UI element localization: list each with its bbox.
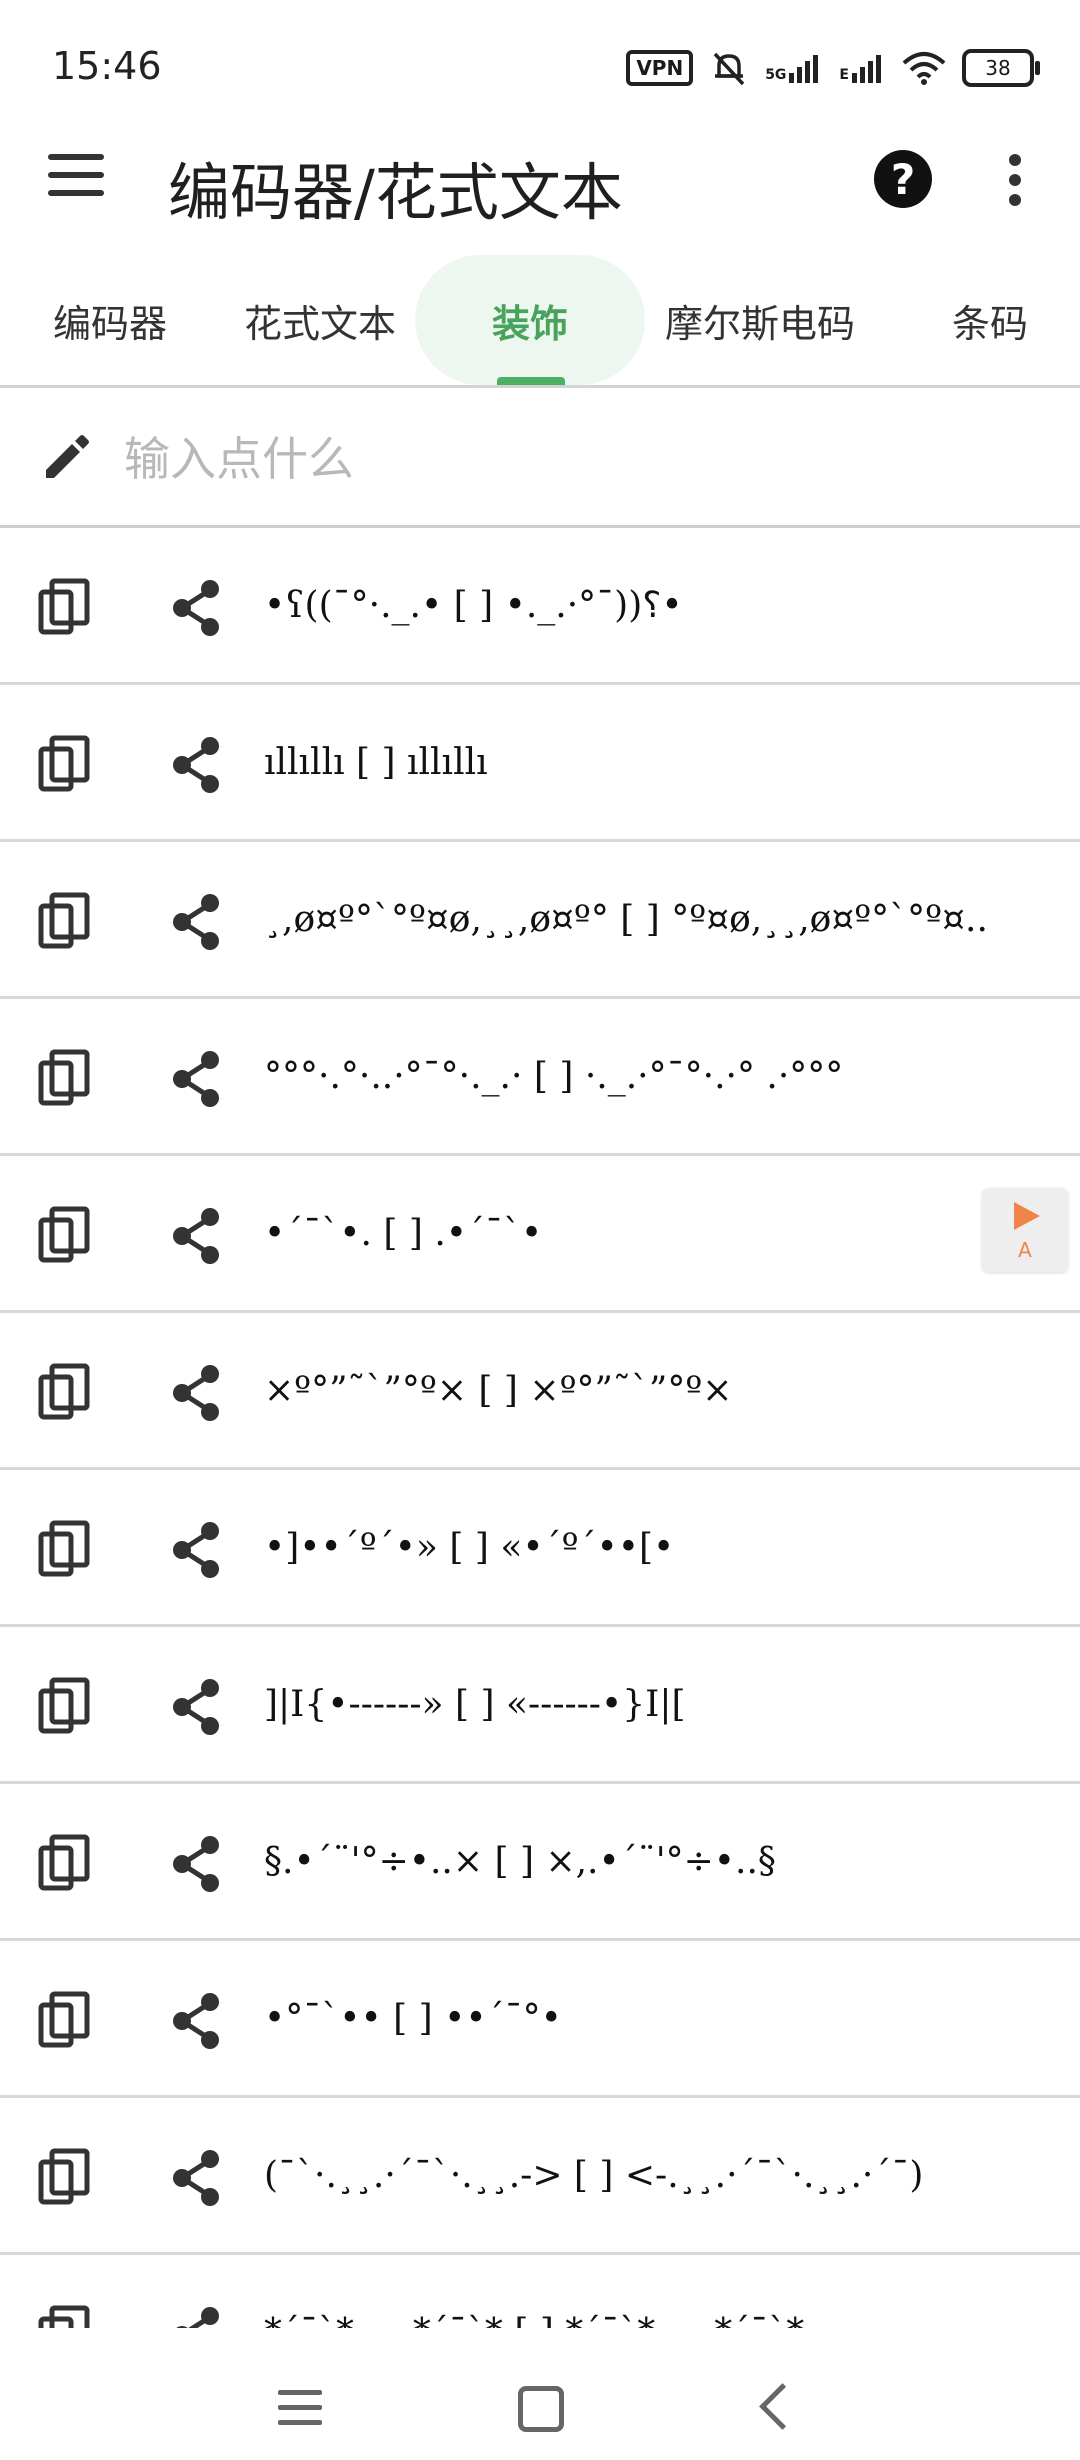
recent-apps-icon[interactable] bbox=[278, 2390, 322, 2435]
share-icon[interactable] bbox=[168, 735, 224, 795]
list-item: (¯`·.¸¸.·´¯`·.¸¸.-> [ ] <-.¸¸.·´¯`·.¸¸.·… bbox=[0, 2098, 1080, 2255]
list-item: •]••´º´•» [ ] «•´º´••[• bbox=[0, 1470, 1080, 1627]
tab-barcode[interactable]: 条码 bbox=[930, 255, 1050, 385]
share-icon[interactable] bbox=[168, 1363, 224, 1423]
decoration-text[interactable]: (¯`·.¸¸.·´¯`·.¸¸.-> [ ] <-.¸¸.·´¯`·.¸¸.·… bbox=[264, 2098, 923, 2252]
tab-indicator bbox=[497, 377, 565, 385]
share-icon[interactable] bbox=[168, 1520, 224, 1580]
list-item: ]|I{•------» [ ] «------•}I|[ bbox=[0, 1627, 1080, 1784]
share-icon[interactable] bbox=[168, 1049, 224, 1109]
copy-icon[interactable] bbox=[38, 1363, 90, 1421]
tab-morse-code[interactable]: 摩尔斯电码 bbox=[650, 255, 870, 385]
decoration-text[interactable]: °°°·.°·..·°¯°·._.· [ ] ·._.·°¯°·.·° .·°°… bbox=[264, 999, 843, 1153]
list-item: •´¯`•. [ ] .•´¯`• bbox=[0, 1156, 1080, 1313]
help-icon[interactable]: ? bbox=[874, 150, 932, 208]
status-icons: VPN 5G E 38 bbox=[626, 44, 1040, 92]
status-bar: 15:46 VPN 5G E 38 bbox=[0, 0, 1080, 140]
list-item: *´¯`*.¸¸.*´¯`* [ ] *´¯`*.¸¸.*´¯`* bbox=[0, 2255, 1080, 2328]
list-item: ıllıllı [ ] ıllıllı bbox=[0, 685, 1080, 842]
floating-translate-button[interactable]: A bbox=[982, 1188, 1068, 1272]
more-options-icon[interactable] bbox=[1008, 154, 1022, 206]
tab-decoration[interactable]: 装饰 bbox=[415, 255, 645, 385]
list-item: °°°·.°·..·°¯°·._.· [ ] ·._.·°¯°·.·° .·°°… bbox=[0, 999, 1080, 1156]
share-icon[interactable] bbox=[168, 1834, 224, 1894]
share-icon[interactable] bbox=[168, 2305, 224, 2328]
decoration-text[interactable]: •°¯`•• [ ] ••´¯°• bbox=[264, 1941, 562, 2095]
decoration-list[interactable]: •ʕ((¯°·._.• [ ] •._.·°¯))؟• ıllıllı [ ] ı… bbox=[0, 528, 1080, 2328]
app-bar: 编码器/花式文本 ? bbox=[0, 120, 1080, 240]
copy-icon[interactable] bbox=[38, 1834, 90, 1892]
signal-5g-icon: 5G bbox=[765, 53, 823, 83]
pencil-icon bbox=[46, 435, 89, 478]
copy-icon[interactable] bbox=[38, 2305, 90, 2328]
decoration-text[interactable]: •ʕ((¯°·._.• [ ] •._.·°¯))؟• bbox=[264, 528, 683, 682]
decoration-text[interactable]: ×º°”˜`”°º× [ ] ×º°”˜`”°º× bbox=[264, 1313, 732, 1467]
decoration-text[interactable]: ıllıllı [ ] ıllıllı bbox=[264, 685, 488, 839]
text-input[interactable] bbox=[122, 418, 1026, 500]
copy-icon[interactable] bbox=[38, 2148, 90, 2206]
vpn-icon: VPN bbox=[626, 50, 694, 86]
tab-fancy-text[interactable]: 花式文本 bbox=[230, 255, 410, 385]
list-item: ¸,ø¤º°`°º¤ø,¸¸,ø¤º° [ ] °º¤ø,¸¸,ø¤º°`°º¤… bbox=[0, 842, 1080, 999]
decoration-text[interactable]: •´¯`•. [ ] .•´¯`• bbox=[264, 1156, 542, 1310]
share-icon[interactable] bbox=[168, 1677, 224, 1737]
decoration-text[interactable]: *´¯`*.¸¸.*´¯`* [ ] *´¯`*.¸¸.*´¯`* bbox=[264, 2255, 804, 2329]
copy-icon[interactable] bbox=[38, 1049, 90, 1107]
share-icon[interactable] bbox=[168, 1991, 224, 2051]
tab-bar: 编码器 花式文本 装饰 摩尔斯电码 条码 bbox=[0, 255, 1080, 388]
back-icon[interactable] bbox=[759, 2383, 806, 2430]
system-nav-bar bbox=[0, 2330, 1080, 2460]
decoration-text[interactable]: ]|I{•------» [ ] «------•}I|[ bbox=[264, 1627, 686, 1781]
wifi-icon bbox=[902, 52, 946, 85]
mute-bell-icon bbox=[713, 52, 745, 86]
floating-button-label: A bbox=[1018, 1238, 1032, 1262]
battery-icon: 38 bbox=[962, 49, 1040, 87]
tab-encoder[interactable]: 编码器 bbox=[30, 255, 190, 385]
decoration-text[interactable]: •]••´º´•» [ ] «•´º´••[• bbox=[264, 1470, 674, 1624]
copy-icon[interactable] bbox=[38, 1520, 90, 1578]
share-icon[interactable] bbox=[168, 2148, 224, 2208]
share-icon[interactable] bbox=[168, 892, 224, 952]
menu-icon[interactable] bbox=[48, 154, 104, 204]
copy-icon[interactable] bbox=[38, 1206, 90, 1264]
copy-icon[interactable] bbox=[38, 1991, 90, 2049]
list-item: §.•´¨'°÷•..× [ ] ×,.•´¨'°÷•..§ bbox=[0, 1784, 1080, 1941]
status-time: 15:46 bbox=[52, 44, 162, 88]
share-icon[interactable] bbox=[168, 578, 224, 638]
list-item: ×º°”˜`”°º× [ ] ×º°”˜`”°º× bbox=[0, 1313, 1080, 1470]
input-row bbox=[0, 388, 1080, 528]
list-item: •°¯`•• [ ] ••´¯°• bbox=[0, 1941, 1080, 2098]
copy-icon[interactable] bbox=[38, 1677, 90, 1735]
copy-icon[interactable] bbox=[38, 892, 90, 950]
signal-e-icon: E bbox=[839, 53, 886, 83]
decoration-text[interactable]: §.•´¨'°÷•..× [ ] ×,.•´¨'°÷•..§ bbox=[264, 1784, 776, 1938]
copy-icon[interactable] bbox=[38, 578, 90, 636]
home-icon[interactable] bbox=[518, 2386, 564, 2432]
decoration-text[interactable]: ¸,ø¤º°`°º¤ø,¸¸,ø¤º° [ ] °º¤ø,¸¸,ø¤º°`°º¤… bbox=[264, 842, 988, 996]
list-item: •ʕ((¯°·._.• [ ] •._.·°¯))؟• bbox=[0, 528, 1080, 685]
copy-icon[interactable] bbox=[38, 735, 90, 793]
share-icon[interactable] bbox=[168, 1206, 224, 1266]
play-icon bbox=[1014, 1202, 1040, 1230]
page-title: 编码器/花式文本 bbox=[168, 156, 623, 229]
